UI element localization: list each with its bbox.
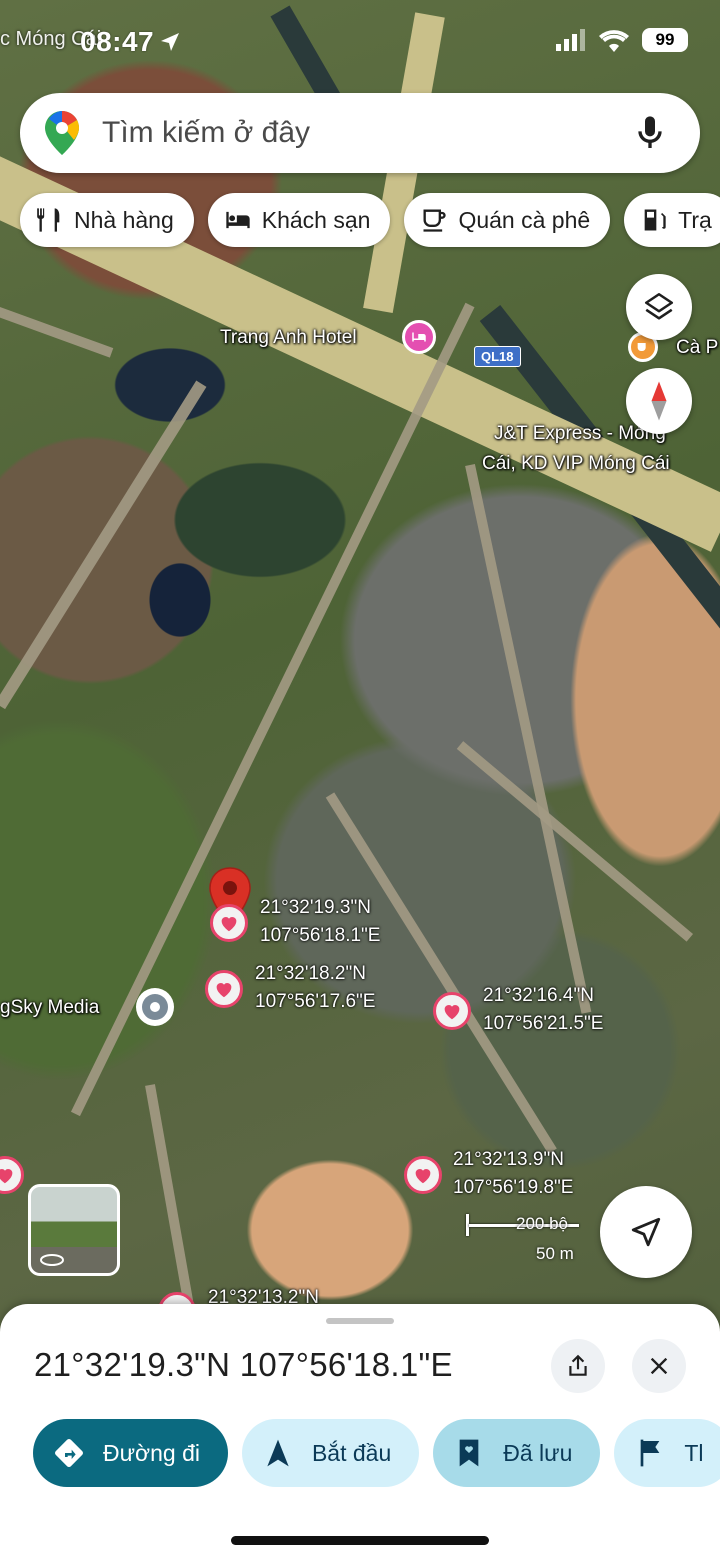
poi-label-media[interactable]: gSky Media bbox=[0, 996, 99, 1020]
my-location-button[interactable] bbox=[600, 1186, 692, 1278]
layers-icon bbox=[644, 292, 674, 320]
rotate-360-icon bbox=[40, 1254, 64, 1266]
compass-button[interactable] bbox=[626, 368, 692, 434]
saved-point-3-lon: 107°56'21.5"E bbox=[483, 1013, 604, 1034]
gas-station-icon bbox=[644, 209, 666, 231]
place-coordinates-title: 21°32'19.3"N 107°56'18.1"E bbox=[34, 1346, 453, 1383]
poi-label-jt-line2[interactable]: Cái, KD VIP Móng Cái bbox=[482, 452, 670, 476]
location-arrow-icon bbox=[161, 33, 179, 51]
street-view-thumbnail[interactable] bbox=[28, 1184, 120, 1276]
flag-icon bbox=[641, 1439, 660, 1467]
saved-button[interactable]: Đã lưu bbox=[433, 1419, 601, 1487]
hotel-pin-icon[interactable] bbox=[402, 320, 436, 354]
poi-label-hotel[interactable]: Trang Anh Hotel bbox=[220, 326, 357, 350]
fork-knife-icon bbox=[37, 208, 60, 232]
bookmark-icon bbox=[459, 1439, 479, 1467]
chip-gas-stations[interactable]: Trạ bbox=[624, 193, 720, 247]
directions-button[interactable]: Đường đi bbox=[33, 1419, 228, 1487]
navigation-arrow-icon bbox=[631, 1217, 661, 1247]
saved-place-heart-icon[interactable] bbox=[404, 1156, 442, 1194]
action-label: Bắt đầu bbox=[311, 1439, 392, 1466]
media-pin-icon[interactable] bbox=[136, 988, 174, 1026]
road-shield-ql18: QL18 bbox=[474, 346, 521, 367]
chip-label: Nhà hàng bbox=[74, 206, 174, 233]
saved-point-3-lat: 21°32'16.4"N bbox=[483, 985, 594, 1006]
category-chips: Nhà hàng Khách sạn Quán cà phê Trạ bbox=[20, 193, 720, 247]
scale-feet: 200 bộ bbox=[516, 1214, 568, 1233]
saved-point-2-lat: 21°32'18.2"N bbox=[255, 963, 366, 984]
status-time: 08:47 bbox=[80, 26, 155, 57]
microphone-icon[interactable] bbox=[630, 113, 670, 153]
saved-place-heart-icon[interactable] bbox=[205, 970, 243, 1008]
action-label: Tl bbox=[684, 1439, 704, 1466]
close-icon bbox=[650, 1357, 668, 1375]
chip-label: Khách sạn bbox=[261, 206, 371, 233]
bed-icon bbox=[226, 211, 250, 229]
action-label: Đường đi bbox=[103, 1439, 200, 1466]
directions-icon bbox=[55, 1439, 83, 1467]
saved-point-4-lon: 107°56'19.8"E bbox=[453, 1177, 574, 1198]
coffee-cup-icon bbox=[423, 209, 447, 232]
saved-place-heart-icon[interactable] bbox=[210, 904, 248, 942]
saved-point-2-lon: 107°56'17.6"E bbox=[255, 991, 376, 1012]
battery-indicator: 99 bbox=[642, 28, 688, 52]
chip-restaurants[interactable]: Nhà hàng bbox=[20, 193, 194, 247]
action-buttons: Đường đi Bắt đầu Đã lưu Tl bbox=[33, 1419, 720, 1487]
search-input[interactable]: Tìm kiếm ở đây bbox=[102, 116, 630, 150]
scale-meters: 50 m bbox=[536, 1244, 574, 1263]
share-button[interactable] bbox=[551, 1339, 605, 1393]
status-bar: c Móng Cái 08:47 99 bbox=[0, 0, 720, 86]
saved-point-1-lat: 21°32'19.3"N bbox=[260, 897, 371, 918]
chip-hotels[interactable]: Khách sạn bbox=[207, 193, 391, 247]
action-label: Đã lưu bbox=[503, 1439, 573, 1466]
signal-icon bbox=[556, 29, 585, 51]
share-icon bbox=[569, 1354, 587, 1376]
start-button[interactable]: Bắt đầu bbox=[241, 1419, 420, 1487]
poi-label-cafe[interactable]: Cà P bbox=[676, 336, 718, 360]
wifi-icon bbox=[599, 30, 629, 52]
chip-label: Trạ bbox=[678, 206, 712, 233]
layers-button[interactable] bbox=[626, 274, 692, 340]
navigation-arrow-icon bbox=[267, 1439, 289, 1467]
map-scale: 200 bộ 50 m bbox=[466, 1214, 579, 1263]
saved-place-heart-icon[interactable] bbox=[433, 992, 471, 1030]
saved-place-heart-icon[interactable] bbox=[0, 1156, 24, 1194]
google-maps-logo-icon bbox=[45, 111, 79, 155]
place-bottom-sheet[interactable]: 21°32'19.3"N 107°56'18.1"E Đường đi Bắt … bbox=[0, 1304, 720, 1557]
saved-point-4-lat: 21°32'13.9"N bbox=[453, 1149, 564, 1170]
chip-cafes[interactable]: Quán cà phê bbox=[404, 193, 611, 247]
compass-icon bbox=[651, 381, 667, 421]
saved-point-1-lon: 107°56'18.1"E bbox=[260, 925, 381, 946]
chip-label: Quán cà phê bbox=[458, 206, 591, 233]
sheet-drag-handle[interactable] bbox=[326, 1318, 394, 1324]
close-button[interactable] bbox=[632, 1339, 686, 1393]
home-indicator[interactable] bbox=[231, 1536, 489, 1545]
search-bar[interactable]: Tìm kiếm ở đây bbox=[20, 93, 700, 173]
label-button[interactable]: Tl bbox=[614, 1419, 720, 1487]
